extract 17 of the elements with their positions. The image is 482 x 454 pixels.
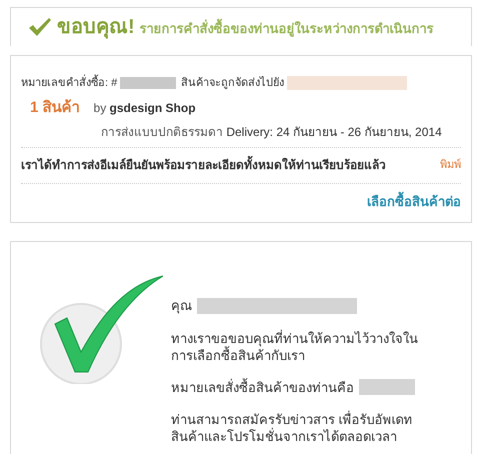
newsletter-text: ท่านสามารถสมัครรับข่าวสาร เพื่อรับอัพเดทสินค้าและโปรโมชั่นจากเราได้ตลอดเวลา — [171, 411, 414, 445]
order-number-label: หมายเลขคำสั่งซื้อ: # — [21, 74, 118, 91]
greeting-label: คุณ — [171, 297, 192, 316]
banner-subtitle: รายการคำสั่งซื้อของท่านอยู่ในระหว่างการดำเนินการ — [140, 19, 434, 39]
redacted-block — [120, 77, 176, 89]
redacted-block — [359, 379, 415, 396]
print-link[interactable]: พิมพ์ — [440, 156, 461, 174]
banner-title: ขอบคุณ! — [57, 15, 135, 41]
ship-to-label: สินค้าจะถูกจัดส่งไปยัง — [181, 75, 284, 91]
order-number-label: หมายเลขสั่งซื้อสินค้าของท่านคือ — [171, 378, 354, 396]
continue-shopping-link[interactable]: เลือกซื้อสินค้าต่อ — [367, 192, 461, 211]
delivery-info: การส่งแบบปกติธรรมดา Delivery: 24 กันยายน - 26 กันยายน, 2014 — [100, 124, 443, 140]
email-note: เราได้ทำการส่งอีเมล์ยืนยันพร้อมรายละเอียดทั้งหมดให้ท่านเรียบร้อยแล้ว — [21, 156, 386, 174]
thanks-text: ทางเราขอขอบคุณที่ท่านให้ความไว้วางใจในการเลือกซื้อสินค้ากับเรา — [171, 330, 419, 364]
shop-label: by gsdesign Shop — [94, 100, 196, 117]
check-icon — [28, 17, 52, 37]
item-count: 1 สินค้า — [30, 98, 80, 118]
